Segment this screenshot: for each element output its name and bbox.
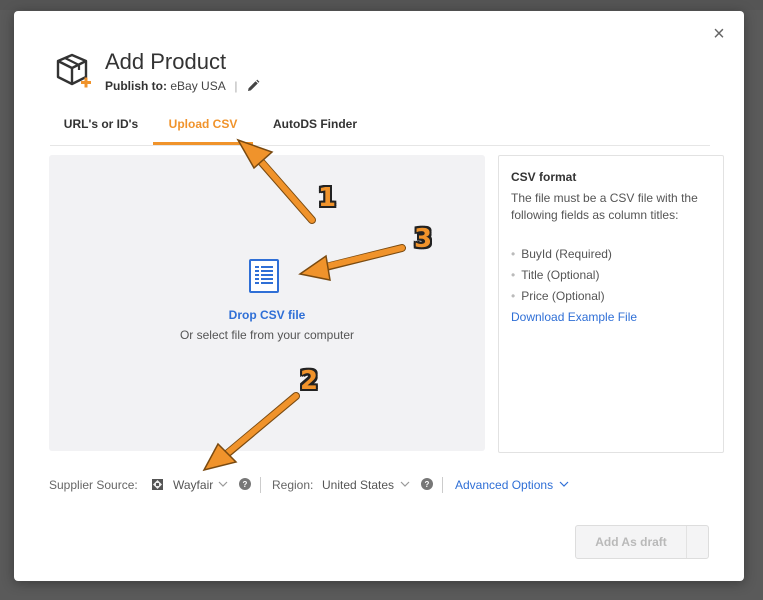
list-item: Title (Optional): [511, 265, 612, 286]
modal-title: Add Product: [105, 49, 227, 74]
download-example-link[interactable]: Download Example File: [511, 310, 637, 324]
add-options-dropdown-button[interactable]: [687, 526, 708, 558]
filter-row: Supplier Source: Wayfair ? Region: Unite…: [49, 477, 729, 497]
publish-value: eBay USA: [170, 79, 226, 93]
csv-dropzone[interactable]: Drop CSV file Or select file from your c…: [49, 155, 485, 451]
help-icon[interactable]: ?: [421, 478, 433, 490]
publish-separator: |: [234, 79, 238, 93]
help-icon[interactable]: ?: [239, 478, 251, 490]
pencil-icon[interactable]: [246, 79, 260, 93]
annotation-number-3: 3: [414, 224, 433, 254]
close-button[interactable]: ×: [710, 23, 728, 45]
csv-field-list: BuyId (Required) Title (Optional) Price …: [511, 244, 612, 307]
add-product-modal: × Add Product Publish to: eBay USA | URL…: [14, 11, 744, 581]
publish-label: Publish to:: [105, 79, 167, 93]
add-product-box-icon: [56, 53, 91, 88]
svg-text:?: ?: [425, 480, 430, 489]
backdrop: [0, 0, 763, 10]
csv-format-panel: CSV format The file must be a CSV file w…: [498, 155, 724, 453]
wayfair-logo-icon: [152, 479, 163, 490]
supplier-source-select[interactable]: Wayfair: [173, 478, 213, 492]
chevron-down-icon[interactable]: [559, 479, 569, 489]
tab-autods-finder[interactable]: AutoDS Finder: [260, 117, 370, 144]
close-icon: ×: [713, 23, 725, 45]
publish-to: Publish to: eBay USA |: [105, 79, 244, 93]
tab-urls-or-ids[interactable]: URL's or ID's: [50, 117, 152, 144]
add-as-draft-button[interactable]: Add As draft: [576, 526, 687, 558]
csv-format-title: CSV format: [511, 170, 577, 184]
list-item: BuyId (Required): [511, 244, 612, 265]
chevron-down-icon[interactable]: [400, 479, 410, 489]
chevron-down-icon[interactable]: [218, 479, 228, 489]
add-as-draft-button-group: Add As draft: [575, 525, 709, 559]
drop-csv-subtitle: Or select file from your computer: [179, 328, 355, 342]
divider: [260, 477, 261, 493]
tab-upload-csv[interactable]: Upload CSV: [153, 117, 253, 145]
region-label: Region:: [272, 478, 314, 492]
drop-csv-title[interactable]: Drop CSV file: [49, 308, 485, 322]
annotation-number-2: 2: [300, 366, 319, 396]
advanced-options-toggle[interactable]: Advanced Options: [455, 478, 553, 492]
list-item: Price (Optional): [511, 286, 612, 307]
annotation-number-1: 1: [318, 183, 337, 213]
divider: [442, 477, 443, 493]
csv-file-icon: [249, 259, 279, 293]
csv-format-description: The file must be a CSV file with the fol…: [511, 191, 698, 222]
supplier-source-label: Supplier Source:: [49, 478, 138, 492]
tab-bar: URL's or ID's Upload CSV AutoDS Finder: [50, 117, 710, 146]
region-select[interactable]: United States: [322, 478, 394, 492]
svg-text:?: ?: [243, 480, 248, 489]
